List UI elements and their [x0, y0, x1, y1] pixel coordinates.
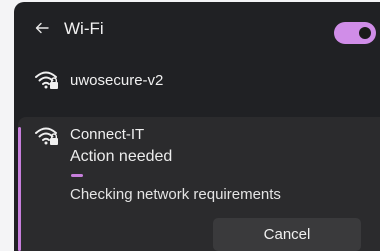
wifi-toggle[interactable] [334, 22, 376, 44]
network-name: uwosecure-v2 [70, 72, 164, 89]
arrow-left-icon[interactable] [34, 20, 50, 36]
wifi-panel: Wi-Fi uwosecure-v2 Connect-IT Action nee… [14, 2, 380, 251]
selection-indicator [18, 127, 21, 251]
wifi-secure-icon [34, 125, 60, 147]
page-title: Wi-Fi [64, 19, 104, 38]
wifi-secure-icon [34, 69, 60, 91]
network-item[interactable]: uwosecure-v2 [14, 62, 380, 106]
cancel-button[interactable]: Cancel [213, 218, 361, 251]
checking-status-text: Checking network requirements [70, 186, 281, 203]
toggle-knob [359, 27, 371, 39]
wifi-header: Wi-Fi [14, 2, 380, 58]
connecting-network-card[interactable]: Connect-IT Action needed Checking networ… [18, 117, 380, 251]
progress-indicator [71, 174, 83, 177]
network-name: Connect-IT [70, 126, 145, 143]
network-status: Action needed [70, 148, 173, 165]
